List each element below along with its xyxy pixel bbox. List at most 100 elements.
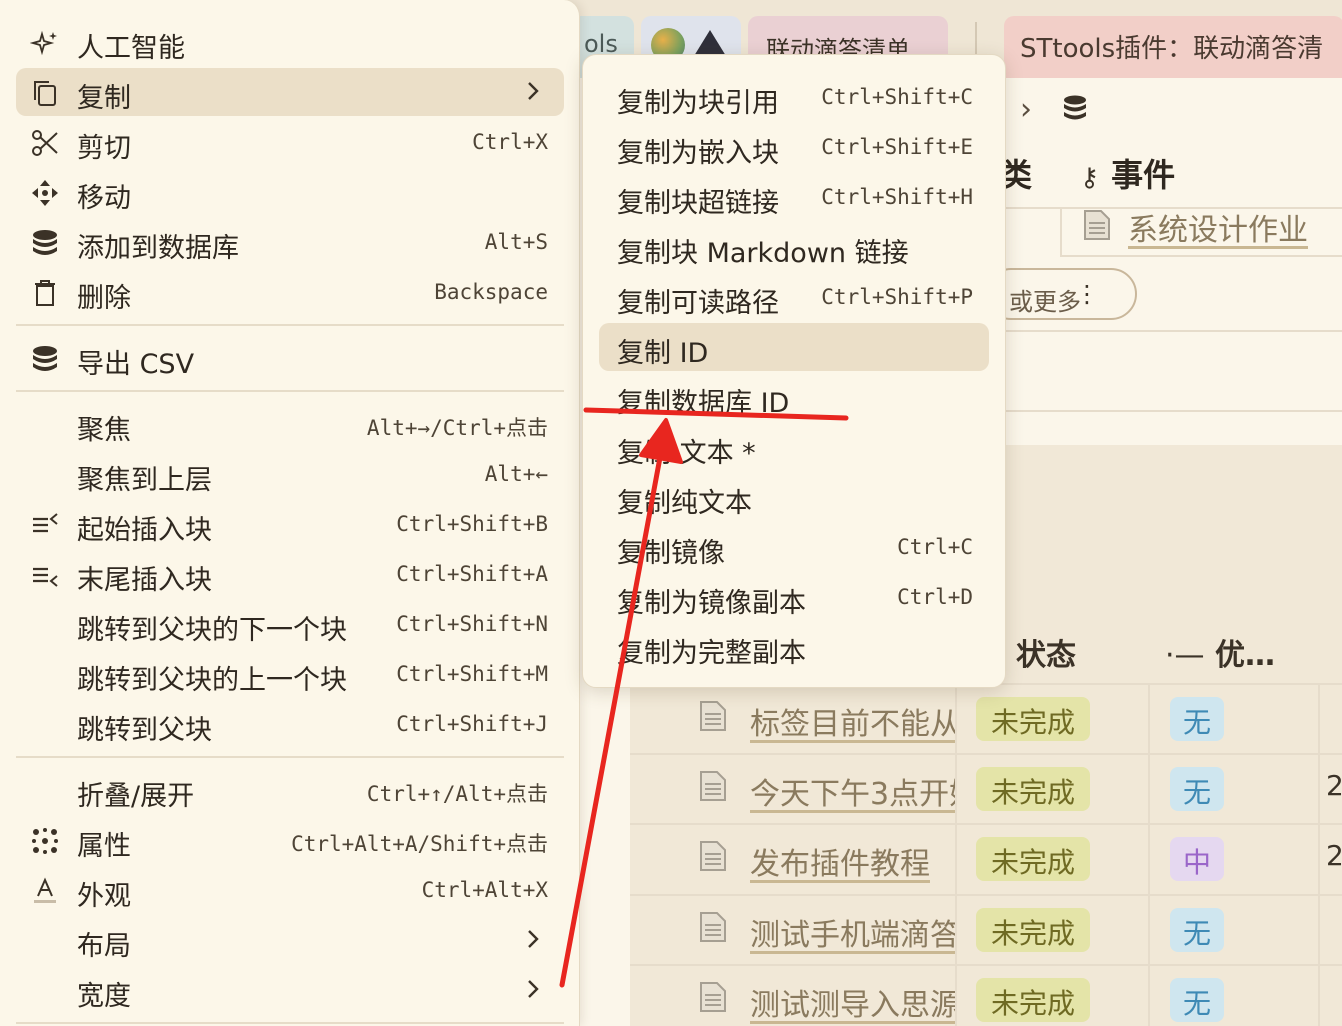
menu-item-shortcut: Ctrl+Shift+A <box>396 562 548 586</box>
submenu-item-copy-mirror[interactable]: 复制镜像 Ctrl+C <box>599 523 989 571</box>
submenu-item-copy-plain-text[interactable]: 复制纯文本 <box>599 473 989 521</box>
status-badge[interactable]: 未完成 <box>976 697 1090 741</box>
attributes-icon <box>32 828 58 854</box>
menu-item-move[interactable]: 移动 <box>16 168 564 216</box>
menu-item-label: 跳转到父块的下一个块 <box>77 615 347 646</box>
menu-item-shortcut: Alt+S <box>484 230 548 254</box>
list-icon: ·— <box>1165 638 1205 673</box>
menu-item-jump-parent[interactable]: 跳转到父块 Ctrl+Shift+J <box>16 700 564 748</box>
column-header-status[interactable]: 状态 <box>1016 630 1076 674</box>
submenu-item-copy-hyperlink[interactable]: 复制块超链接 Ctrl+Shift+H <box>599 173 989 221</box>
menu-item-ai[interactable]: 人工智能 <box>16 18 564 66</box>
menu-item-insert-before[interactable]: 起始插入块 Ctrl+Shift+B <box>16 500 564 548</box>
status-badge[interactable]: 未完成 <box>976 978 1090 1022</box>
load-more-button[interactable]: 或更多 ⋮ <box>985 268 1137 320</box>
status-badge[interactable]: 未完成 <box>976 767 1090 811</box>
menu-item-width[interactable]: 宽度 <box>16 966 564 1014</box>
menu-item-label: 人工智能 <box>77 33 185 64</box>
row-title[interactable]: 测试测导入思源 <box>750 980 955 1024</box>
document-icon <box>700 982 726 1012</box>
copy-icon <box>34 81 56 106</box>
priority-badge[interactable]: 无 <box>1170 908 1224 952</box>
database-icon <box>33 230 57 255</box>
menu-item-shortcut: Alt+← <box>484 462 548 486</box>
row-title[interactable]: 标签目前不能从 <box>750 699 955 743</box>
table-row[interactable]: 今天下午3点开始 未完成 无 2 <box>630 755 1342 825</box>
table-row[interactable]: 发布插件教程 未完成 中 2 <box>630 825 1342 895</box>
menu-item-shortcut: Ctrl+X <box>472 130 548 154</box>
submenu-item-label: 复制块 Markdown 链接 <box>617 238 909 269</box>
submenu-item-copy-as-full-copy[interactable]: 复制为完整副本 <box>599 623 989 671</box>
submenu-item-copy-embed[interactable]: 复制为嵌入块 Ctrl+Shift+E <box>599 123 989 171</box>
menu-item-label: 聚焦 <box>77 415 131 446</box>
menu-item-jump-parent-next[interactable]: 跳转到父块的下一个块 Ctrl+Shift+N <box>16 600 564 648</box>
row-title[interactable]: 发布插件教程 <box>750 839 955 883</box>
mountain-icon <box>694 30 726 56</box>
document-icon <box>1084 210 1110 240</box>
submenu-item-label: 复制纯文本 <box>617 488 752 519</box>
insert-after-icon <box>33 567 58 587</box>
submenu-item-shortcut: Ctrl+Shift+P <box>821 285 973 309</box>
menu-item-insert-after[interactable]: 末尾插入块 Ctrl+Shift+A <box>16 550 564 598</box>
submenu-item-label: 复制为嵌入块 <box>617 138 779 169</box>
row-title[interactable]: 测试手机端滴答 <box>750 910 955 954</box>
menu-item-delete[interactable]: 删除 Backspace <box>16 268 564 316</box>
menu-item-appearance[interactable]: 外观 Ctrl+Alt+X <box>16 866 564 914</box>
table-row[interactable]: 测试测导入思源 未完成 无 <box>630 966 1342 1026</box>
menu-item-jump-parent-prev[interactable]: 跳转到父块的上一个块 Ctrl+Shift+M <box>16 650 564 698</box>
submenu-item-copy-block-ref[interactable]: 复制为块引用 Ctrl+Shift+C <box>599 73 989 121</box>
priority-badge[interactable]: 无 <box>1170 978 1224 1022</box>
divider <box>630 894 1342 896</box>
menu-item-add-to-database[interactable]: 添加到数据库 Alt+S <box>16 218 564 266</box>
column-header-priority[interactable]: ·— 优… <box>1165 630 1275 674</box>
copy-submenu: 复制为块引用 Ctrl+Shift+C 复制为嵌入块 Ctrl+Shift+E … <box>582 54 1006 688</box>
menu-item-cut[interactable]: 剪切 Ctrl+X <box>16 118 564 166</box>
submenu-item-label: 复制为完整副本 <box>617 638 806 669</box>
submenu-item-copy-readable-path[interactable]: 复制可读路径 Ctrl+Shift+P <box>599 273 989 321</box>
menu-item-label: 导出 CSV <box>77 349 195 380</box>
row-title[interactable]: 今天下午3点开始 <box>750 769 955 813</box>
menu-item-focus-parent[interactable]: 聚焦到上层 Alt+← <box>16 450 564 498</box>
status-badge[interactable]: 未完成 <box>976 837 1090 881</box>
menu-item-fold-toggle[interactable]: 折叠/展开 Ctrl+↑/Alt+点击 <box>16 766 564 814</box>
tab-sttools-plugin[interactable]: STtools插件：联动滴答清 <box>1004 16 1342 78</box>
menu-item-shortcut: Ctrl+Shift+M <box>396 662 548 686</box>
submenu-item-shortcut: Ctrl+Shift+C <box>821 85 973 109</box>
priority-badge[interactable]: 无 <box>1170 697 1224 741</box>
menu-item-export-csv[interactable]: 导出 CSV <box>16 334 564 382</box>
tab-label: STtools插件：联动滴答清 <box>1020 34 1324 64</box>
menu-item-copy[interactable]: 复制 <box>16 68 564 116</box>
priority-badge[interactable]: 无 <box>1170 767 1224 811</box>
menu-item-shortcut: Ctrl+Shift+N <box>396 612 548 636</box>
menu-item-layout[interactable]: 布局 <box>16 916 564 964</box>
more-dots-icon: ⋮ <box>1075 280 1099 308</box>
chevron-right-icon <box>528 980 539 998</box>
menu-item-shortcut: Ctrl+Alt+A/Shift+点击 <box>291 832 548 856</box>
tab-separator <box>975 22 977 54</box>
menu-item-label: 属性 <box>77 831 131 862</box>
submenu-item-copy-database-id[interactable]: 复制数据库 ID <box>599 373 989 421</box>
heading-events: 事件 <box>1111 156 1176 194</box>
submenu-item-copy-id[interactable]: 复制 ID <box>599 323 989 371</box>
doc-title: 系统设计作业 <box>1128 213 1308 248</box>
menu-item-focus[interactable]: 聚焦 Alt+→/Ctrl+点击 <box>16 400 564 448</box>
submenu-item-copy-markdown-link[interactable]: 复制块 Markdown 链接 <box>599 223 989 271</box>
menu-separator <box>16 390 564 392</box>
sparkle-icon <box>30 30 57 56</box>
priority-badge[interactable]: 中 <box>1170 837 1224 881</box>
menu-item-label: 布局 <box>77 931 131 962</box>
insert-before-icon <box>33 513 58 533</box>
menu-item-label: 聚焦到上层 <box>77 465 212 496</box>
table-row[interactable]: 标签目前不能从 未完成 无 <box>630 685 1342 755</box>
submenu-item-copy-as-mirror-copy[interactable]: 复制为镜像副本 Ctrl+D <box>599 573 989 621</box>
submenu-item-copy-text[interactable]: 复制 文本 * <box>599 423 989 471</box>
submenu-item-shortcut: Ctrl+Shift+E <box>821 135 973 159</box>
status-badge[interactable]: 未完成 <box>976 908 1090 952</box>
menu-item-label: 起始插入块 <box>77 515 212 546</box>
database-icon[interactable] <box>1062 94 1088 122</box>
table-row[interactable]: 测试手机端滴答 未完成 无 <box>630 896 1342 966</box>
divider <box>955 685 957 1026</box>
submenu-item-label: 复制镜像 <box>617 538 725 569</box>
menu-item-attributes[interactable]: 属性 Ctrl+Alt+A/Shift+点击 <box>16 816 564 864</box>
linked-doc[interactable]: 系统设计作业 <box>1084 205 1308 249</box>
